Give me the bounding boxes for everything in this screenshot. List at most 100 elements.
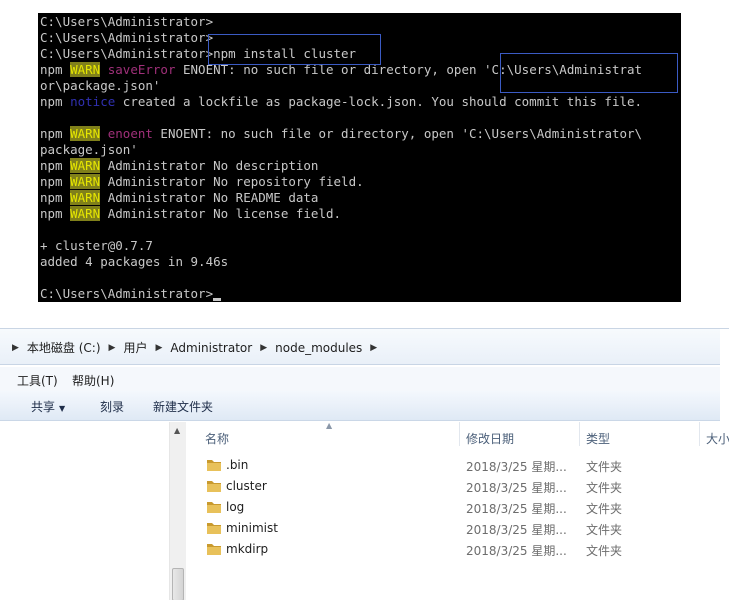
share-label: 共享 (31, 400, 56, 414)
terminal-line: C:\Users\Administrator> (40, 14, 213, 30)
terminal-text: ENOENT: no such file or directory, open … (152, 126, 643, 141)
file-type: 文件夹 (586, 502, 623, 516)
folder-icon (207, 460, 221, 471)
terminal-text: npm (40, 206, 71, 221)
table-row[interactable]: .bin 2018/3/25 星期... 文件夹 (186, 455, 720, 476)
terminal-warn-text: WARN (70, 62, 101, 77)
file-type: 文件夹 (586, 544, 623, 558)
terminal-text: package.json' (40, 142, 138, 157)
breadcrumb-separator-icon[interactable]: ▶ (370, 343, 377, 353)
command-toolbar: 共享 ▼ 刻录 新建文件夹 (0, 391, 720, 421)
terminal-line: npm WARN enoent ENOENT: no such file or … (40, 126, 642, 142)
sort-arrow-icon: ▲ (326, 421, 333, 430)
terminal-line: npm WARN Administrator No README data (40, 190, 318, 206)
table-row[interactable]: log 2018/3/25 星期... 文件夹 (186, 497, 720, 518)
column-header-modified[interactable]: 修改日期 (466, 430, 514, 447)
table-row[interactable]: mkdirp 2018/3/25 星期... 文件夹 (186, 539, 720, 560)
breadcrumb: ▶ 本地磁盘 (C:) ▶ 用户 ▶ Administrator ▶ node_… (4, 339, 385, 356)
terminal-line: package.json' (40, 142, 138, 158)
terminal-line: npm WARN Administrator No description (40, 158, 318, 174)
breadcrumb-separator-icon[interactable]: ▶ (109, 343, 116, 353)
terminal-line: + cluster@0.7.7 (40, 238, 153, 254)
terminal-text: npm (40, 126, 71, 141)
column-divider[interactable] (459, 422, 460, 446)
file-name: minimist (226, 521, 278, 535)
new-folder-button[interactable]: 新建文件夹 (153, 398, 213, 415)
terminal-text: Administrator No repository field. (100, 174, 364, 189)
terminal-text: npm (40, 174, 71, 189)
menu-bar: 工具(T) 帮助(H) (0, 367, 720, 391)
breadcrumb-separator-icon[interactable]: ▶ (260, 343, 267, 353)
terminal-warn-text: WARN (70, 174, 101, 189)
file-modified-date: 2018/3/25 星期... (466, 523, 567, 537)
terminal-line: npm WARN Administrator No repository fie… (40, 174, 364, 190)
column-header-name[interactable]: 名称 (205, 430, 229, 447)
terminal-text: Administrator No description (100, 158, 319, 173)
terminal-line: added 4 packages in 9.46s (40, 254, 228, 270)
file-explorer-window: ▶ 本地磁盘 (C:) ▶ 用户 ▶ Administrator ▶ node_… (0, 328, 729, 600)
file-name: .bin (226, 458, 249, 472)
folder-icon (207, 481, 221, 492)
terminal-text: Administrator No license field. (100, 206, 342, 221)
scrollbar-thumb[interactable] (172, 568, 184, 600)
file-name: log (226, 500, 245, 514)
terminal-text: C:\Users\Administrator> (40, 286, 214, 301)
breadcrumb-separator-icon: ▶ (12, 342, 19, 353)
terminal-line: C:\Users\Administrator> (40, 30, 213, 46)
nav-pane-scrollbar[interactable]: ▲ (169, 422, 186, 600)
menu-tools[interactable]: 工具(T) (17, 372, 58, 389)
column-divider[interactable] (579, 422, 580, 446)
file-type: 文件夹 (586, 481, 623, 495)
column-divider[interactable] (699, 422, 700, 446)
terminal-text: or\package.json' (40, 78, 161, 93)
breadcrumb-item-local-disk[interactable]: 本地磁盘 (C:) (27, 339, 101, 356)
file-type: 文件夹 (586, 460, 623, 474)
terminal-text: C:\Users\Administrator>npm install clust… (40, 46, 357, 61)
terminal-text: + cluster@0.7.7 (40, 238, 153, 253)
terminal-enoent-code-text: enoent (107, 126, 153, 141)
share-button[interactable]: 共享 ▼ (31, 398, 65, 415)
burn-button[interactable]: 刻录 (100, 398, 124, 415)
terminal-text: npm (40, 62, 71, 77)
terminal-window[interactable]: C:\Users\Administrator> C:\Users\Administ… (38, 13, 681, 302)
file-modified-date: 2018/3/25 星期... (466, 544, 567, 558)
terminal-saveerr-text: saveError (107, 62, 176, 77)
column-headers: ▲ 名称 修改日期 类型 大小 (186, 421, 729, 448)
table-row[interactable]: cluster 2018/3/25 星期... 文件夹 (186, 476, 720, 497)
file-list: ▲ 名称 修改日期 类型 大小 .bin 2018/3/25 星期... 文件夹 cl… (186, 421, 729, 600)
terminal-text: npm (40, 190, 71, 205)
chevron-down-icon: ▼ (59, 404, 66, 413)
terminal-text: created a lockfile as package-lock.json.… (115, 94, 643, 109)
breadcrumb-item-administrator[interactable]: Administrator (170, 341, 252, 355)
terminal-text: npm (40, 94, 71, 109)
terminal-line: npm notice created a lockfile as package… (40, 94, 642, 110)
breadcrumb-item-users[interactable]: 用户 (123, 339, 147, 356)
terminal-warn-text: WARN (70, 126, 101, 141)
terminal-line: C:\Users\Administrator> (40, 286, 222, 302)
file-type: 文件夹 (586, 523, 623, 537)
text-cursor (213, 298, 222, 301)
menu-help[interactable]: 帮助(H) (72, 372, 114, 389)
breadcrumb-separator-icon[interactable]: ▶ (155, 343, 162, 353)
scroll-up-arrow-icon[interactable]: ▲ (174, 426, 180, 435)
terminal-warn-text: WARN (70, 206, 101, 221)
terminal-text: ENOENT: no such file or directory, open … (175, 62, 643, 77)
address-bar[interactable]: ▶ 本地磁盘 (C:) ▶ 用户 ▶ Administrator ▶ node_… (0, 329, 720, 365)
folder-icon (207, 502, 221, 513)
terminal-notice-text: notice (70, 94, 116, 109)
column-header-size[interactable]: 大小 (706, 430, 729, 447)
breadcrumb-item-node-modules[interactable]: node_modules (275, 341, 362, 355)
navigation-pane[interactable] (0, 422, 186, 600)
terminal-text: C:\Users\Administrator> (40, 30, 214, 45)
terminal-text: npm (40, 158, 71, 173)
terminal-line: npm WARN Administrator No license field. (40, 206, 341, 222)
file-modified-date: 2018/3/25 星期... (466, 460, 567, 474)
column-header-type[interactable]: 类型 (586, 430, 610, 447)
table-row[interactable]: minimist 2018/3/25 星期... 文件夹 (186, 518, 720, 539)
terminal-line: or\package.json' (40, 78, 160, 94)
file-modified-date: 2018/3/25 星期... (466, 481, 567, 495)
file-modified-date: 2018/3/25 星期... (466, 502, 567, 516)
folder-icon (207, 544, 221, 555)
terminal-text: C:\Users\Administrator> (40, 14, 214, 29)
